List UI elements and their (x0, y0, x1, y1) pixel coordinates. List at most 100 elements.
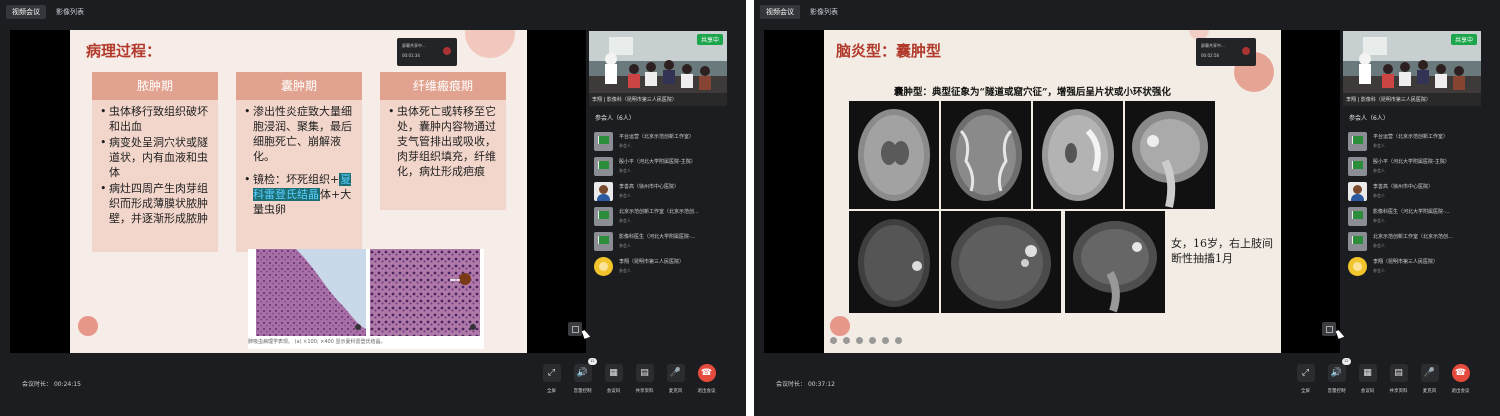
screen-toggle-button[interactable] (568, 322, 582, 336)
participant-item[interactable]: 殷小平（河北大学附属医院-主院） 参会人 (589, 155, 729, 179)
avatar (594, 182, 613, 201)
column-heading-cyst: 囊肿期 (236, 72, 362, 100)
bullet-item: • 渗出性炎症致大量细胞浸润、聚集，最后细胞死亡、崩解液化。 (244, 105, 352, 163)
mouse-cursor-icon (1335, 329, 1345, 339)
screen-toggle-button[interactable] (1322, 322, 1336, 336)
fullscreen-icon: ⤢ (1296, 364, 1315, 382)
document-icon: ▤ (635, 364, 654, 382)
hang-up-icon: ☎ (697, 364, 716, 382)
participant-list-title: 参会人（6人） (595, 115, 635, 122)
participant-item[interactable]: 北京示范创新工作室（北京示范创... 参会人 (1343, 230, 1483, 254)
control-label: 会议码 (1360, 389, 1375, 394)
meeting-code-button[interactable]: ▦ 会议码 (1352, 364, 1383, 394)
slide-tool-icon[interactable] (869, 337, 876, 344)
bullet-text: 渗出性炎症致大量细胞浸润、聚集，最后细胞死亡、崩解液化。 (253, 105, 352, 163)
video-participant-name: 李翔 | 影像科（昆明市第三人民医院） (1346, 97, 1431, 103)
slide-tool-icon[interactable] (882, 337, 889, 344)
fullscreen-button[interactable]: ⤢ 全屏 (536, 364, 567, 394)
participant-name: 平台运营（北京示范创新工作室） (619, 134, 695, 140)
microphone-button[interactable]: 🎤 麦克风 (1414, 364, 1445, 394)
participant-name: 殷小平（河北大学附属医院-主院） (1373, 159, 1450, 165)
tab-video-meeting[interactable]: 视频会议 (6, 5, 46, 19)
meeting-window-left: 视频会议 影像列表 病理过程： 屏幕共享中... 00:01:34 脓肿期 虫体… (0, 0, 746, 416)
control-label: 音量控制 (1327, 389, 1346, 394)
tab-video-meeting[interactable]: 视频会议 (760, 5, 800, 19)
avatar (1348, 132, 1367, 151)
slide-tool-icon[interactable] (856, 337, 863, 344)
exit-meeting-button[interactable]: ☎ 退出会议 (691, 364, 722, 394)
slide-tool-icon[interactable] (830, 337, 837, 344)
microphone-button[interactable]: 🎤 麦克风 (660, 364, 691, 394)
tab-image-list[interactable]: 影像列表 (50, 5, 90, 19)
participant-video[interactable]: 共享中 李翔 | 影像科（昆明市第三人民医院） (589, 31, 727, 106)
participant-name: 北京示范创新工作室（北京示范创... (1373, 234, 1453, 240)
participant-item[interactable]: 平台运营（北京示范创新工作室） 参会人 (1343, 130, 1483, 154)
meeting-duration: 会议时长： 00:24:15 (22, 379, 81, 388)
control-label: 麦克风 (1422, 389, 1437, 394)
tab-image-list[interactable]: 影像列表 (804, 5, 844, 19)
video-participant-name: 李翔 | 影像科（昆明市第三人民医院） (592, 97, 677, 103)
slide-tool-icon[interactable] (843, 337, 850, 344)
exit-meeting-button[interactable]: ☎ 退出会议 (1445, 364, 1476, 394)
participant-role: 参会人 (1373, 218, 1385, 223)
bullet-item: 虫体移行致组织破坏和出血 (100, 104, 212, 134)
participant-role: 参会人 (1373, 143, 1385, 148)
slide-title: 病理过程： (86, 42, 162, 60)
volume-button[interactable]: 🔊 12 音量控制 (567, 358, 598, 394)
mri-scan-6 (941, 211, 1061, 313)
slide-tool-icon[interactable] (895, 337, 902, 344)
micrograph-b (370, 249, 480, 336)
volume-badge: 12 (588, 358, 597, 365)
participant-item[interactable]: 李善高（徐州市中心医院） 参会人 (1343, 180, 1483, 204)
participant-item[interactable]: 影像科医生（河北大学附属医院-... 参会人 (589, 230, 729, 254)
document-icon: ▤ (1389, 364, 1408, 382)
mri-scan-4 (1125, 101, 1215, 209)
bullet-item: 病灶四周产生肉芽组织而形成薄膜状脓肿壁，并逐渐形成脓肿 (100, 181, 212, 226)
share-materials-button[interactable]: ▤ 共享资料 (1383, 364, 1414, 394)
presentation-slide: 脑炎型：囊肿型 屏幕共享中... 00:02:58 囊肿型：典型征象为“隧道或窟… (824, 30, 1281, 353)
participant-item[interactable]: 影像科医生（河北大学附属医院-... 参会人 (1343, 205, 1483, 229)
avatar (1348, 207, 1367, 226)
avatar (1348, 232, 1367, 251)
participant-item[interactable]: 殷小平（河北大学附属医院-主院） 参会人 (1343, 155, 1483, 179)
mouse-cursor-icon (581, 329, 591, 339)
volume-button[interactable]: 🔊 12 音量控制 (1321, 358, 1352, 394)
control-label: 退出会议 (697, 389, 716, 394)
participant-item[interactable]: 平台运营（北京示范创新工作室） 参会人 (589, 130, 729, 154)
fullscreen-button[interactable]: ⤢ 全屏 (1290, 364, 1321, 394)
recording-indicator: 屏幕共享中... 00:02:58 (1196, 38, 1256, 66)
recording-label: 屏幕共享中... (1201, 43, 1225, 48)
column-body-cyst: • 渗出性炎症致大量细胞浸润、聚集，最后细胞死亡、崩解液化。 • 镜检：坏死组织+夏… (236, 100, 362, 252)
participant-role: 参会人 (1373, 168, 1385, 173)
participant-role: 参会人 (1373, 268, 1385, 273)
qr-code-icon: ▦ (604, 364, 623, 382)
control-label: 音量控制 (573, 389, 592, 394)
record-dot-icon (443, 47, 451, 55)
mri-scan-2 (941, 101, 1031, 209)
microphone-icon: 🎤 (1420, 364, 1439, 382)
decor-circle (830, 316, 850, 336)
control-label: 共享资料 (1389, 389, 1408, 394)
participant-role: 参会人 (1373, 243, 1385, 248)
recording-label: 屏幕共享中... (402, 43, 426, 48)
microphone-icon: 🎤 (666, 364, 685, 382)
participant-item[interactable]: 李善高（徐州市中心医院） 参会人 (589, 180, 729, 204)
participant-item[interactable]: 北京示范创新工作室（北京示范创... 参会人 (589, 205, 729, 229)
participant-video[interactable]: 共享中 李翔 | 影像科（昆明市第三人民医院） (1343, 31, 1481, 106)
decor-circle (78, 316, 98, 336)
participant-name: 影像科医生（河北大学附属医院-... (1373, 209, 1450, 215)
share-materials-button[interactable]: ▤ 共享资料 (629, 364, 660, 394)
case-caption: 女，16岁，右上肢间断性抽搐1月 (1171, 237, 1273, 265)
top-tabs: 视频会议 影像列表 (6, 5, 90, 19)
participant-name: 李翔（昆明市第三人民医院） (619, 259, 685, 265)
top-tabs: 视频会议 影像列表 (760, 5, 844, 19)
recording-time: 00:02:58 (1201, 53, 1219, 58)
participant-item[interactable]: 李翔（昆明市第三人民医院） 参会人 (1343, 255, 1483, 279)
participant-name: 平台运营（北京示范创新工作室） (1373, 134, 1449, 140)
qr-code-icon: ▦ (1358, 364, 1377, 382)
participant-item[interactable]: 李翔（昆明市第三人民医院） 参会人 (589, 255, 729, 279)
meeting-code-button[interactable]: ▦ 会议码 (598, 364, 629, 394)
avatar (594, 207, 613, 226)
mri-scan-1 (849, 101, 939, 209)
participant-name: 李善高（徐州市中心医院） (619, 184, 680, 190)
